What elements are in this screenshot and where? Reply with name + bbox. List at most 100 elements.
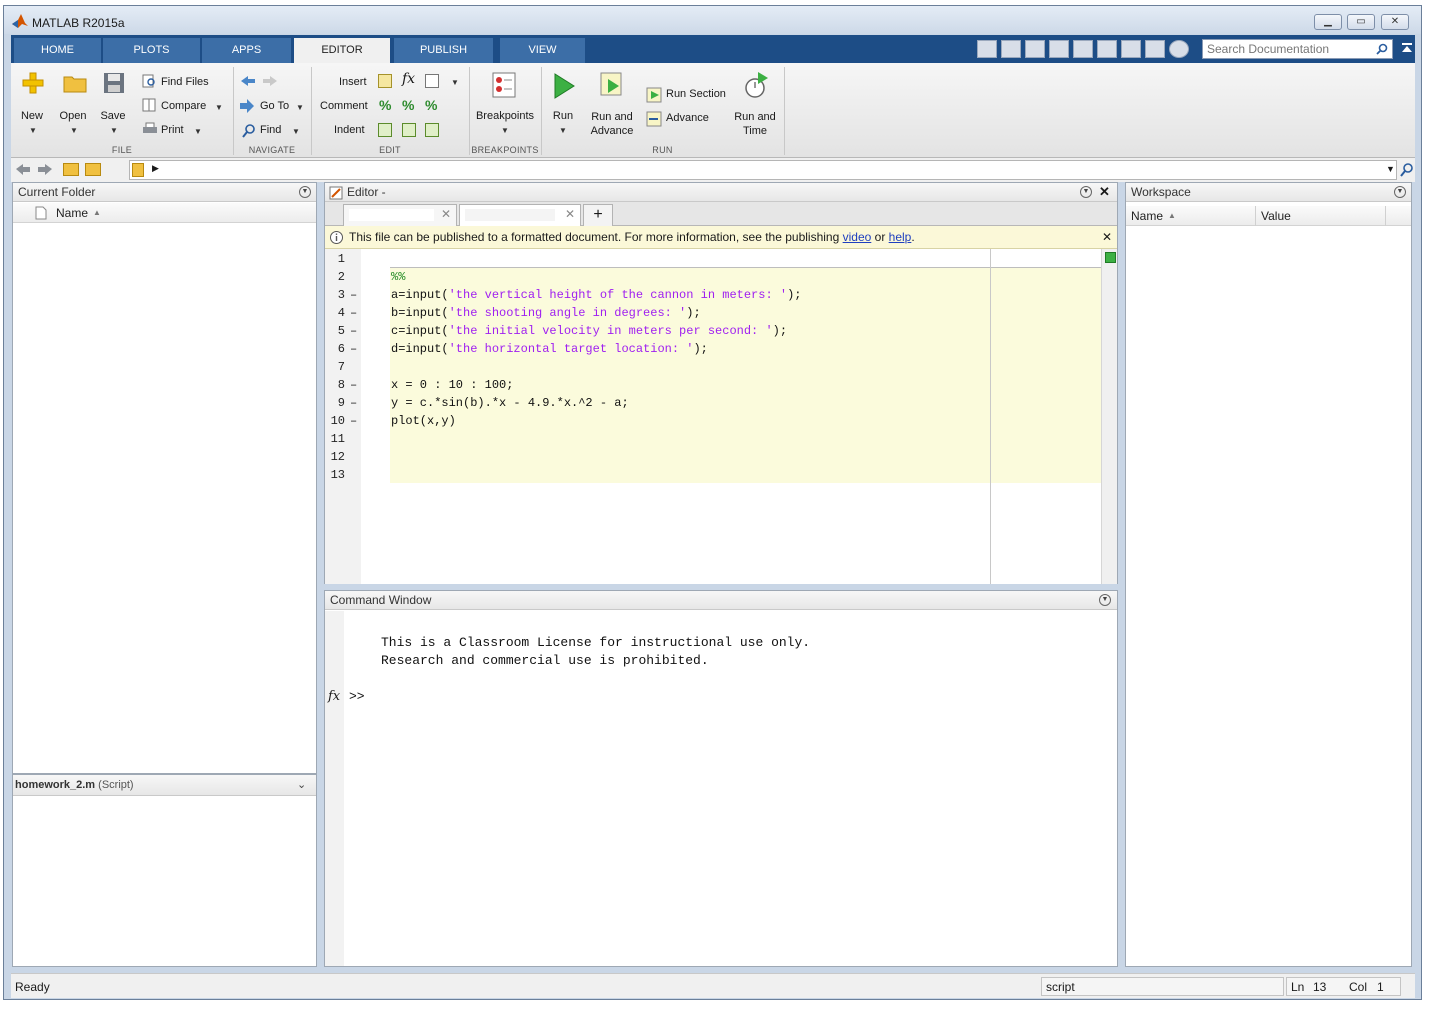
code-line[interactable]: d=input('the horizontal target location:…	[391, 342, 708, 356]
browse-folder-icon[interactable]	[85, 163, 101, 176]
code-line[interactable]: c=input('the initial velocity in meters …	[391, 324, 787, 338]
tab-publish[interactable]: PUBLISH	[394, 38, 494, 63]
info-close-icon[interactable]: ✕	[1102, 226, 1112, 249]
print-button[interactable]: Print	[161, 124, 184, 136]
matlab-window: MATLAB R2015a ▁ ▭ ✕ HOME PLOTS APPS EDIT…	[3, 5, 1422, 1000]
comment-button[interactable]: Comment	[320, 100, 368, 112]
wrap-comment-icon[interactable]: %	[425, 97, 437, 113]
new-file-quick-icon[interactable]	[977, 40, 997, 58]
tab-plots[interactable]: PLOTS	[103, 38, 201, 63]
up-one-level-icon[interactable]	[63, 163, 79, 176]
search-icon[interactable]	[1376, 43, 1388, 55]
insert-section-icon[interactable]	[378, 74, 392, 88]
go-to-button[interactable]: Go To	[260, 100, 289, 112]
path-dropdown-icon[interactable]: ▼	[1386, 164, 1395, 174]
save-quick-icon[interactable]	[1001, 40, 1021, 58]
switch-windows-quick-icon[interactable]	[1145, 40, 1165, 58]
run-and-advance-button[interactable]: Run and Advance	[589, 110, 635, 138]
workspace-menu-icon[interactable]: ▼	[1394, 186, 1406, 198]
tab-view[interactable]: VIEW	[500, 38, 586, 63]
uncomment-percent-icon[interactable]: %	[402, 97, 414, 113]
document-tab-2[interactable]: ✕	[459, 204, 581, 226]
new-button[interactable]: New	[17, 110, 47, 122]
details-title[interactable]: homework_2.m (Script)	[13, 775, 316, 796]
breakpoint-marker[interactable]: –	[350, 288, 357, 302]
insert-fx-template-icon[interactable]	[425, 74, 439, 88]
workspace-value-column[interactable]: Value	[1261, 206, 1291, 226]
increase-indent-icon[interactable]	[402, 123, 416, 137]
find-files-button[interactable]: Find Files	[161, 76, 209, 88]
find-button[interactable]: Find	[260, 124, 281, 136]
redo-quick-icon[interactable]	[1121, 40, 1141, 58]
editor-close-icon[interactable]: ✕	[1099, 184, 1110, 200]
help-quick-icon[interactable]	[1169, 40, 1189, 58]
details-collapse-icon[interactable]: ⌄	[297, 778, 306, 791]
smart-indent-icon[interactable]	[378, 123, 392, 137]
tab-apps[interactable]: APPS	[202, 38, 292, 63]
breakpoints-button[interactable]: Breakpoints	[472, 110, 538, 122]
cut-quick-icon[interactable]	[1025, 40, 1045, 58]
code-line[interactable]: a=input('the vertical height of the cann…	[391, 288, 801, 302]
new-icon	[22, 72, 44, 94]
breakpoint-marker[interactable]: –	[350, 414, 357, 428]
code-line[interactable]: x = 0 : 10 : 100;	[391, 378, 513, 392]
line-number: 7	[337, 360, 345, 374]
back-icon[interactable]	[240, 75, 256, 87]
insert-button[interactable]: Insert	[339, 76, 367, 88]
line-number: 3	[337, 288, 345, 302]
help-link[interactable]: help	[889, 230, 912, 244]
breakpoint-marker[interactable]: –	[350, 342, 357, 356]
editor-menu-icon[interactable]: ▼	[1080, 186, 1092, 198]
breakpoint-marker[interactable]: –	[350, 396, 357, 410]
breakpoint-marker[interactable]: –	[350, 378, 357, 392]
workspace-name-column[interactable]: Name	[1131, 206, 1163, 226]
code-line[interactable]: %%	[391, 270, 405, 284]
tab-home[interactable]: HOME	[14, 38, 102, 63]
function-browser-icon[interactable]: fx	[328, 689, 340, 704]
breakpoint-marker[interactable]: –	[350, 306, 357, 320]
copy-quick-icon[interactable]	[1049, 40, 1069, 58]
path-arrow-icon[interactable]: ▶	[152, 163, 159, 174]
video-link[interactable]: video	[843, 230, 872, 244]
run-section-button[interactable]: Run Section	[666, 88, 726, 100]
new-tab-plus-icon[interactable]: +	[583, 204, 613, 226]
code-editor[interactable]: 1 2%% 3– a=input('the vertical height of th…	[325, 249, 1117, 584]
license-line-1: This is a Classroom License for instruct…	[381, 635, 811, 650]
code-line[interactable]: plot(x,y)	[391, 414, 456, 428]
breakpoint-marker[interactable]: –	[350, 324, 357, 338]
compare-button[interactable]: Compare	[161, 100, 206, 112]
maximize-button[interactable]: ▭	[1347, 14, 1375, 30]
command-prompt[interactable]: >>	[349, 689, 365, 704]
search-documentation-input[interactable]: Search Documentation	[1202, 39, 1393, 59]
undo-quick-icon[interactable]	[1097, 40, 1117, 58]
command-window-menu-icon[interactable]: ▼	[1099, 594, 1111, 606]
collapse-toolstrip-icon[interactable]	[1401, 42, 1413, 54]
tab-editor[interactable]: EDITOR	[294, 38, 391, 63]
run-button[interactable]: Run	[549, 110, 577, 122]
save-button[interactable]: Save	[98, 110, 128, 122]
folder-name-column[interactable]: Name	[56, 203, 88, 223]
decrease-indent-icon[interactable]	[425, 123, 439, 137]
panel-menu-icon[interactable]: ▼	[299, 186, 311, 198]
minimize-button[interactable]: ▁	[1314, 14, 1342, 30]
file-section-label: FILE	[111, 145, 133, 155]
insert-function-icon[interactable]: fx	[402, 71, 415, 87]
folder-forward-icon[interactable]	[37, 163, 53, 176]
code-line[interactable]: b=input('the shooting angle in degrees: …	[391, 306, 701, 320]
search-folder-icon[interactable]	[1400, 163, 1414, 177]
comment-percent-icon[interactable]: %	[379, 97, 391, 113]
paste-quick-icon[interactable]	[1073, 40, 1093, 58]
tab-close-icon[interactable]: ✕	[565, 207, 575, 221]
document-tab-1[interactable]: ✕	[343, 204, 457, 226]
run-and-time-button[interactable]: Run and Time	[732, 110, 778, 138]
folder-back-icon[interactable]	[15, 163, 31, 176]
tab-close-icon[interactable]: ✕	[441, 207, 451, 221]
advance-button[interactable]: Advance	[666, 112, 709, 124]
code-text: x = 0 : 10 : 100;	[391, 378, 514, 392]
indent-button[interactable]: Indent	[334, 124, 365, 136]
folder-path-field[interactable]: ▶ ▼	[129, 160, 1397, 180]
open-button[interactable]: Open	[58, 110, 88, 122]
close-window-button[interactable]: ✕	[1381, 14, 1409, 30]
code-line[interactable]: y = c.*sin(b).*x - 4.9.*x.^2 - a;	[391, 396, 629, 410]
forward-icon[interactable]	[262, 75, 278, 87]
